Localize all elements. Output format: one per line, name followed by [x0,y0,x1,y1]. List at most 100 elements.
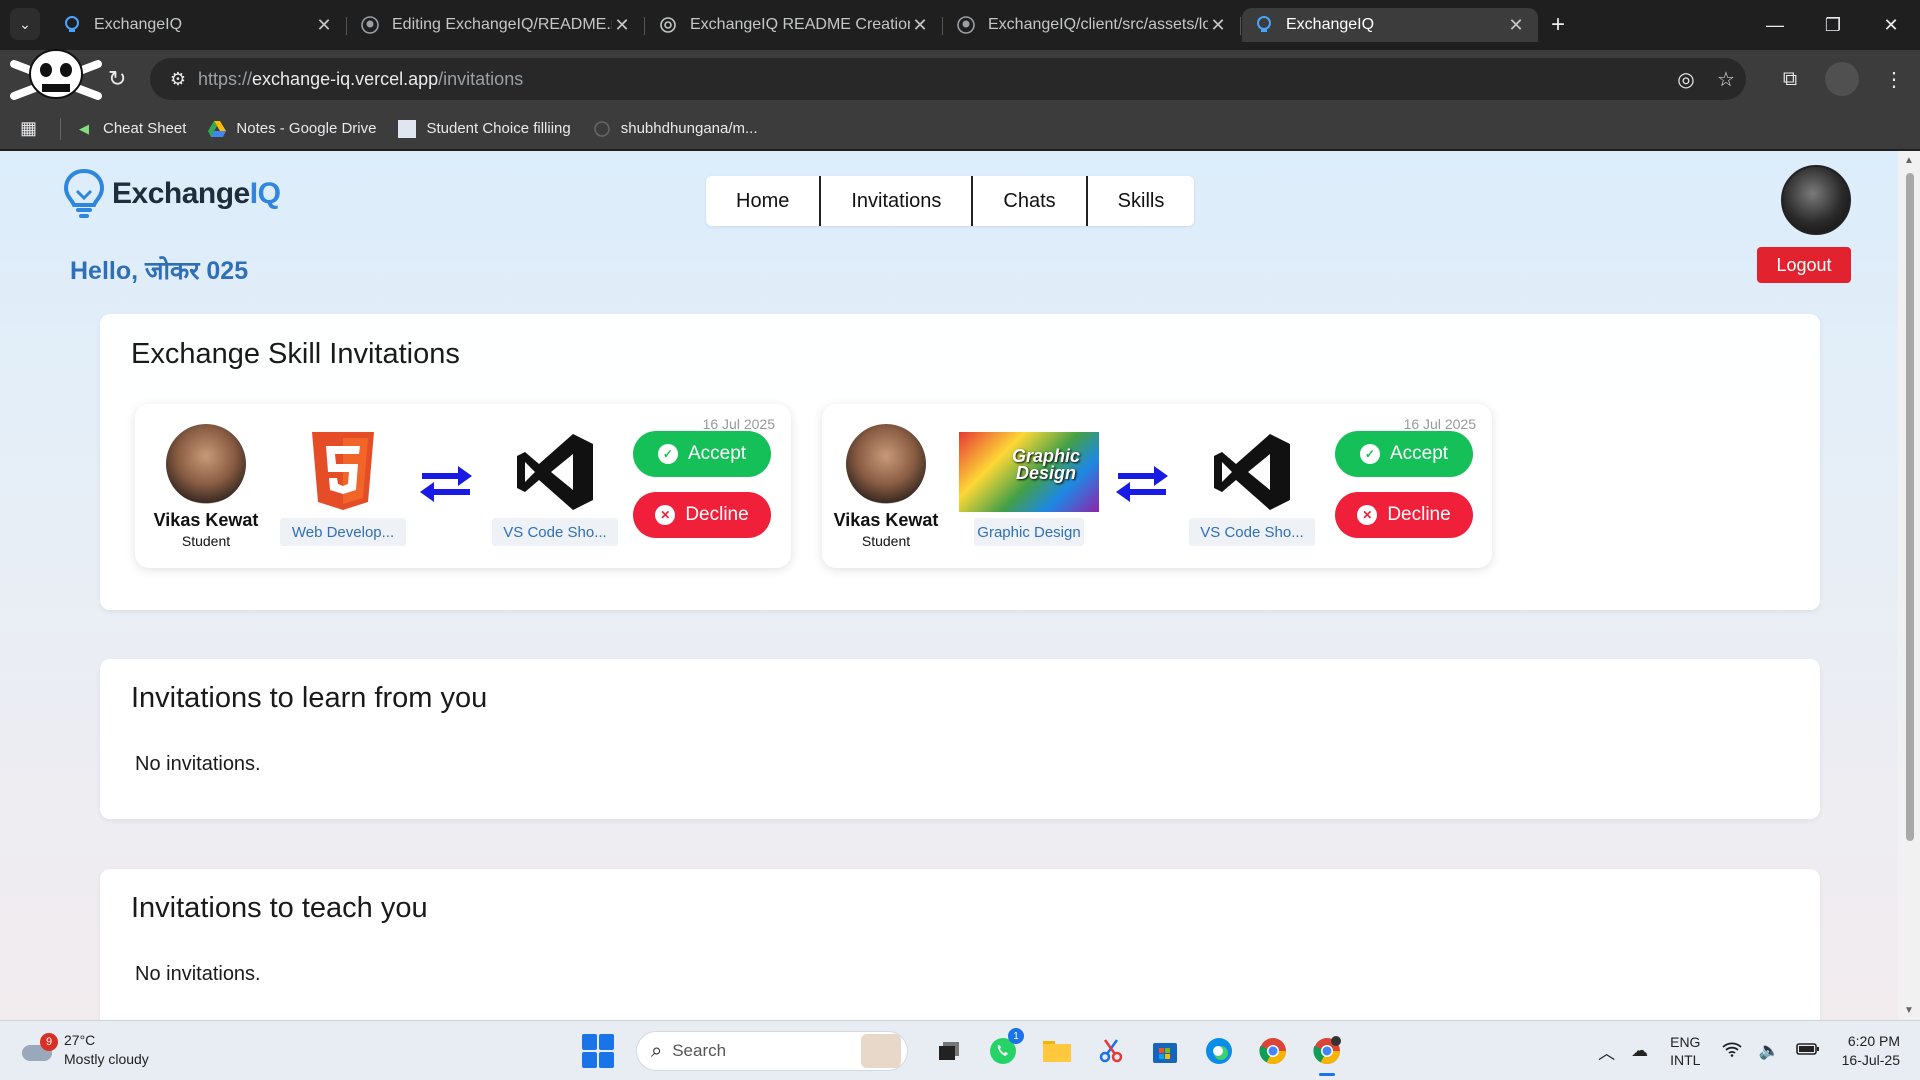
system-tray: ︿ ☁ ENG INTL 🔈 6:20 PM 16-Jul-25 [1590,1029,1910,1073]
weather-description: Mostly cloudy [64,1051,149,1067]
sender-avatar [166,424,246,504]
battery-icon[interactable] [1795,1041,1820,1061]
file-explorer-icon[interactable] [1036,1030,1078,1072]
cloud-icon: 9 [22,1033,58,1063]
system-clock[interactable]: 6:20 PM 16-Jul-25 [1842,1032,1900,1070]
edge-icon[interactable] [1198,1030,1240,1072]
sender-name: Vikas Kewat [153,510,259,530]
vscode-icon [492,432,618,512]
wifi-icon[interactable] [1722,1041,1743,1062]
sender-profile[interactable]: Vikas Kewat Student [827,424,945,549]
section-title: Invitations to teach you [131,892,428,924]
weather-widget[interactable]: 9 27°C Mostly cloudy [22,1031,149,1069]
bookmarks-bar: ▦ ◀ Cheat Sheet Notes - Google Drive Stu… [0,108,1920,150]
task-view-icon[interactable] [928,1030,970,1072]
user-avatar[interactable] [1781,165,1851,235]
window-controls: — ❐ ✕ [1746,0,1920,50]
toolbar-right: ⧉ ⋮ [1764,58,1920,100]
sender-role: Student [861,533,911,549]
bookmark-student-choice[interactable]: Student Choice filliing [398,119,571,138]
wanted-skill-tag[interactable]: VS Code Sho... [492,518,618,546]
browser-tab[interactable]: ExchangeIQ README Creation ✕ [644,8,942,42]
bookmark-label: Student Choice filliing [426,120,571,137]
page-scrollbar[interactable]: ▲ ▼ [1898,151,1920,1020]
chrome-profile-icon[interactable] [1306,1030,1348,1076]
address-bar[interactable]: ⚙ https://exchange-iq.vercel.app/invitat… [150,58,1746,100]
scrollbar-thumb[interactable] [1906,173,1914,841]
bookmark-label: Cheat Sheet [103,120,187,137]
snipping-tool-icon[interactable] [1090,1030,1132,1072]
decline-label: Decline [685,504,749,525]
new-tab-button[interactable]: + [1540,8,1576,42]
eye-off-icon[interactable]: ◎ [1666,67,1706,92]
whatsapp-badge: 1 [1008,1028,1024,1044]
star-icon[interactable]: ☆ [1706,67,1746,92]
brand-logo[interactable]: ExchangeIQ [62,167,281,221]
nav-invitations[interactable]: Invitations [821,176,974,226]
bookmark-label: Notes - Google Drive [236,120,377,137]
bookmark-cheat-sheet[interactable]: ◀ Cheat Sheet [75,120,186,138]
language-indicator[interactable]: ENG INTL [1670,1033,1700,1069]
decline-button[interactable]: ✕ Decline [1335,492,1473,538]
restore-icon[interactable]: ❐ [1804,0,1862,50]
microsoft-store-icon[interactable] [1144,1030,1186,1072]
reload-icon[interactable]: ↻ [108,66,126,92]
check-circle-icon: ✓ [657,444,678,464]
menu-icon[interactable]: ⋮ [1868,67,1920,92]
browser-tab[interactable]: Editing ExchangeIQ/README.m ✕ [346,8,644,42]
nav-home[interactable]: Home [706,176,822,226]
windows-start-icon[interactable] [582,1034,616,1068]
chevron-up-icon[interactable]: ︿ [1598,1039,1615,1064]
tab-close-icon[interactable]: ✕ [1208,15,1228,36]
browser-tab-active[interactable]: ExchangeIQ ✕ [1240,8,1538,42]
lang-top: ENG [1670,1034,1701,1050]
empty-message: No invitations. [135,753,261,775]
taskbar-search[interactable]: ⌕ Search [636,1031,908,1071]
nav-skills[interactable]: Skills [1088,176,1195,226]
weather-badge: 9 [40,1033,58,1051]
accept-button[interactable]: ✓ Accept [633,431,771,477]
offered-skill-tag[interactable]: Graphic Design [974,518,1084,546]
browser-tab[interactable]: ExchangeIQ ✕ [50,8,346,42]
graphic-design-image-text: Graphic Design [1011,446,1081,483]
decline-button[interactable]: ✕ Decline [633,492,771,538]
volume-icon[interactable]: 🔈 [1758,1041,1779,1061]
tab-search-button[interactable]: ⌄ [10,8,40,40]
minimize-icon[interactable]: — [1746,0,1804,50]
bookmark-github-repo[interactable]: shubhdhungana/m... [593,120,758,138]
tab-title: ExchangeIQ [94,16,183,33]
accept-label: Accept [687,443,747,464]
sender-profile[interactable]: Vikas Kewat Student [147,424,265,549]
github-icon [956,15,976,35]
scroll-up-icon[interactable]: ▲ [1903,155,1915,166]
apps-grid-icon[interactable]: ▦ [20,118,60,139]
onedrive-off-icon[interactable]: ☁ [1631,1041,1648,1061]
whatsapp-icon[interactable]: 1 [982,1028,1024,1072]
url-text: https://exchange-iq.vercel.app/invitatio… [198,69,1666,90]
nav-chats[interactable]: Chats [973,176,1088,226]
wanted-skill-tag[interactable]: VS Code Sho... [1189,518,1315,546]
logout-button[interactable]: Logout [1757,247,1851,283]
tab-close-icon[interactable]: ✕ [612,15,632,36]
chrome-icon[interactable] [1252,1030,1294,1072]
brand-name: ExchangeIQ [112,177,281,211]
profile-icon[interactable] [1825,62,1859,96]
extensions-icon[interactable]: ⧉ [1764,68,1816,91]
site-info-icon[interactable]: ⚙ [158,69,198,90]
tab-close-icon[interactable]: ✕ [1506,15,1526,36]
offered-skill-tag[interactable]: Web Develop... [280,518,406,546]
close-window-icon[interactable]: ✕ [1862,0,1920,50]
tab-close-icon[interactable]: ✕ [910,15,930,36]
sender-role: Student [181,533,231,549]
tab-close-icon[interactable]: ✕ [314,15,334,36]
section-title: Exchange Skill Invitations [131,338,460,370]
accept-button[interactable]: ✓ Accept [1335,431,1473,477]
browser-tab[interactable]: ExchangeIQ/client/src/assets/lo ✕ [942,8,1240,42]
scroll-down-icon[interactable]: ▼ [1903,1005,1915,1016]
bookmark-label: shubhdhungana/m... [620,120,758,137]
bookmark-google-drive[interactable]: Notes - Google Drive [208,120,376,138]
lightbulb-icon [63,168,105,218]
tab-list: ExchangeIQ ✕ Editing ExchangeIQ/README.m… [50,8,1576,50]
web-page: ExchangeIQ Home Invitations Chats Skills… [0,151,1920,1020]
offered-skill: Graphic Design Graphic Design [959,432,1099,546]
